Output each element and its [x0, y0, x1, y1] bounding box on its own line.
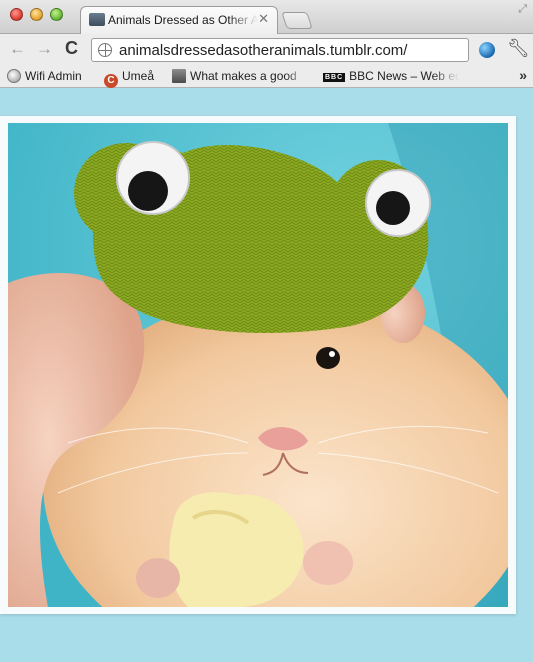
- address-bar[interactable]: animalsdressedasotheranimals.tumblr.com/: [91, 38, 469, 62]
- close-tab-icon[interactable]: ✕: [258, 11, 269, 27]
- url-text[interactable]: animalsdressedasotheranimals.tumblr.com/: [119, 42, 407, 59]
- tab-favicon-icon: [89, 13, 105, 26]
- fullscreen-icon[interactable]: ⤢: [518, 3, 527, 16]
- reload-button[interactable]: C: [65, 38, 78, 59]
- tab-active[interactable]: Animals Dressed as Other Animals ✕: [80, 6, 278, 34]
- toolbar: ← → C animalsdressedasotheranimals.tumbl…: [0, 34, 533, 66]
- post-photo[interactable]: [8, 123, 508, 607]
- bookmark-bbc-news[interactable]: BBC BBC News – Web eco: [323, 69, 459, 83]
- hamster-frog-hat-image: [8, 123, 508, 607]
- bookmark-what-makes-a-good[interactable]: What makes a good: [172, 69, 306, 83]
- c-logo-icon: C: [104, 74, 118, 88]
- extension-icon[interactable]: [479, 42, 495, 58]
- globe-icon: [7, 69, 21, 83]
- new-tab-button[interactable]: [281, 12, 313, 29]
- bookmark-umea[interactable]: C Umeå: [104, 69, 154, 88]
- back-button[interactable]: ←: [9, 39, 26, 59]
- wrench-icon[interactable]: 🔧︎: [507, 38, 530, 59]
- more-bookmarks-icon[interactable]: »: [519, 67, 527, 83]
- bookmark-wifi-admin[interactable]: Wifi Admin: [7, 69, 82, 83]
- bookmark-label: Wifi Admin: [25, 69, 82, 83]
- bookmark-label: What makes a good: [190, 69, 297, 83]
- bbc-icon: BBC: [323, 73, 346, 82]
- tab-title: Animals Dressed as Other Animals: [108, 13, 258, 27]
- bookmark-label: Umeå: [122, 69, 155, 83]
- close-window-button[interactable]: [10, 8, 23, 21]
- minimize-window-button[interactable]: [30, 8, 43, 21]
- title-bar: Animals Dressed as Other Animals ✕ ⤢: [0, 0, 533, 34]
- zoom-window-button[interactable]: [50, 8, 63, 21]
- bookmarks-bar: Wifi Admin C Umeå What makes a good BBC BB…: [0, 66, 533, 88]
- avatar-icon: [172, 69, 186, 83]
- bookmark-label: BBC News – Web eco: [349, 69, 459, 83]
- forward-button[interactable]: →: [36, 39, 53, 59]
- globe-icon: [98, 43, 112, 57]
